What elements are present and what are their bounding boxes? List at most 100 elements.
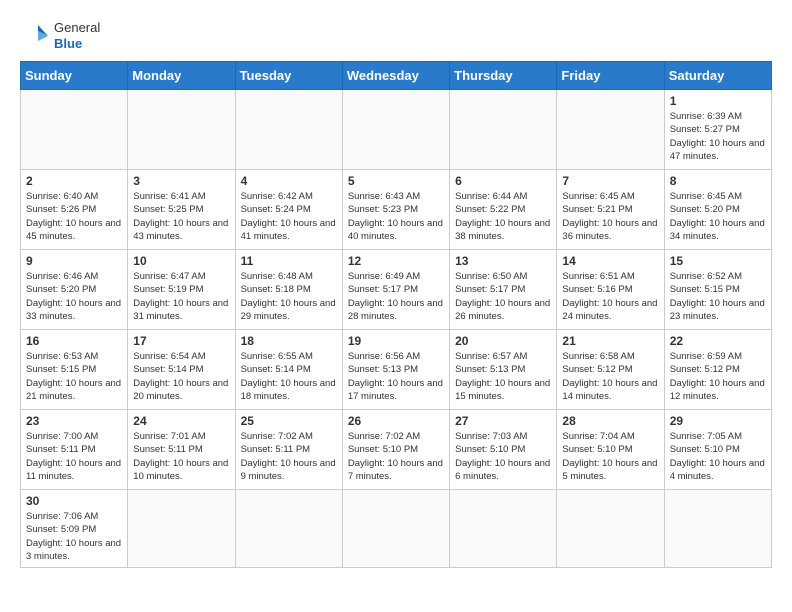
day-info: Sunrise: 7:02 AM Sunset: 5:10 PM Dayligh… — [348, 430, 444, 483]
logo-icon — [20, 21, 50, 51]
day-info: Sunrise: 7:00 AM Sunset: 5:11 PM Dayligh… — [26, 430, 122, 483]
day-info: Sunrise: 6:39 AM Sunset: 5:27 PM Dayligh… — [670, 110, 766, 163]
calendar-cell — [342, 90, 449, 170]
day-info: Sunrise: 7:06 AM Sunset: 5:09 PM Dayligh… — [26, 510, 122, 563]
day-info: Sunrise: 6:45 AM Sunset: 5:21 PM Dayligh… — [562, 190, 658, 243]
calendar-cell: 25 Sunrise: 7:02 AM Sunset: 5:11 PM Dayli… — [235, 410, 342, 490]
day-info: Sunrise: 6:45 AM Sunset: 5:20 PM Dayligh… — [670, 190, 766, 243]
day-number: 1 — [670, 94, 766, 108]
day-number: 18 — [241, 334, 337, 348]
day-number: 13 — [455, 254, 551, 268]
calendar-week-1: 1 Sunrise: 6:39 AM Sunset: 5:27 PM Daylig… — [21, 90, 772, 170]
logo-container: General Blue — [20, 20, 100, 51]
calendar-cell — [450, 490, 557, 568]
calendar-cell: 19 Sunrise: 6:56 AM Sunset: 5:13 PM Dayli… — [342, 330, 449, 410]
calendar-cell — [235, 490, 342, 568]
weekday-header-tuesday: Tuesday — [235, 62, 342, 90]
weekday-header-monday: Monday — [128, 62, 235, 90]
calendar-cell: 3Sunrise: 6:41 AM Sunset: 5:25 PM Daylig… — [128, 170, 235, 250]
day-number: 14 — [562, 254, 658, 268]
calendar-cell: 12 Sunrise: 6:49 AM Sunset: 5:17 PM Dayli… — [342, 250, 449, 330]
day-info: Sunrise: 6:52 AM Sunset: 5:15 PM Dayligh… — [670, 270, 766, 323]
calendar-cell: 11 Sunrise: 6:48 AM Sunset: 5:18 PM Dayli… — [235, 250, 342, 330]
calendar-cell: 13 Sunrise: 6:50 AM Sunset: 5:17 PM Dayli… — [450, 250, 557, 330]
calendar-week-6: 30 Sunrise: 7:06 AM Sunset: 5:09 PM Dayli… — [21, 490, 772, 568]
day-number: 24 — [133, 414, 229, 428]
day-number: 15 — [670, 254, 766, 268]
calendar-cell: 16 Sunrise: 6:53 AM Sunset: 5:15 PM Dayli… — [21, 330, 128, 410]
day-number: 2 — [26, 174, 122, 188]
day-info: Sunrise: 7:04 AM Sunset: 5:10 PM Dayligh… — [562, 430, 658, 483]
day-number: 19 — [348, 334, 444, 348]
weekday-header-row: SundayMondayTuesdayWednesdayThursdayFrid… — [21, 62, 772, 90]
day-info: Sunrise: 6:54 AM Sunset: 5:14 PM Dayligh… — [133, 350, 229, 403]
calendar-cell — [128, 490, 235, 568]
calendar-cell: 15 Sunrise: 6:52 AM Sunset: 5:15 PM Dayli… — [664, 250, 771, 330]
day-number: 21 — [562, 334, 658, 348]
day-info: Sunrise: 6:50 AM Sunset: 5:17 PM Dayligh… — [455, 270, 551, 323]
calendar-week-5: 23 Sunrise: 7:00 AM Sunset: 5:11 PM Dayli… — [21, 410, 772, 490]
day-info: Sunrise: 6:48 AM Sunset: 5:18 PM Dayligh… — [241, 270, 337, 323]
weekday-header-wednesday: Wednesday — [342, 62, 449, 90]
calendar-cell — [21, 90, 128, 170]
day-info: Sunrise: 6:41 AM Sunset: 5:25 PM Dayligh… — [133, 190, 229, 243]
day-info: Sunrise: 6:46 AM Sunset: 5:20 PM Dayligh… — [26, 270, 122, 323]
day-info: Sunrise: 6:40 AM Sunset: 5:26 PM Dayligh… — [26, 190, 122, 243]
calendar-cell: 17 Sunrise: 6:54 AM Sunset: 5:14 PM Dayli… — [128, 330, 235, 410]
day-number: 22 — [670, 334, 766, 348]
calendar-cell: 30 Sunrise: 7:06 AM Sunset: 5:09 PM Dayli… — [21, 490, 128, 568]
calendar-cell: 7Sunrise: 6:45 AM Sunset: 5:21 PM Daylig… — [557, 170, 664, 250]
calendar-cell — [557, 90, 664, 170]
day-info: Sunrise: 6:56 AM Sunset: 5:13 PM Dayligh… — [348, 350, 444, 403]
logo: General Blue — [20, 20, 100, 51]
calendar-cell — [128, 90, 235, 170]
day-number: 30 — [26, 494, 122, 508]
calendar-cell: 6Sunrise: 6:44 AM Sunset: 5:22 PM Daylig… — [450, 170, 557, 250]
weekday-header-saturday: Saturday — [664, 62, 771, 90]
day-number: 26 — [348, 414, 444, 428]
calendar-cell: 10 Sunrise: 6:47 AM Sunset: 5:19 PM Dayli… — [128, 250, 235, 330]
page-header: General Blue — [20, 20, 772, 51]
day-info: Sunrise: 6:49 AM Sunset: 5:17 PM Dayligh… — [348, 270, 444, 323]
day-number: 20 — [455, 334, 551, 348]
day-number: 17 — [133, 334, 229, 348]
day-number: 12 — [348, 254, 444, 268]
calendar-cell: 18 Sunrise: 6:55 AM Sunset: 5:14 PM Dayli… — [235, 330, 342, 410]
weekday-header-thursday: Thursday — [450, 62, 557, 90]
calendar-cell: 5 Sunrise: 6:43 AM Sunset: 5:23 PM Daylig… — [342, 170, 449, 250]
calendar-cell: 1 Sunrise: 6:39 AM Sunset: 5:27 PM Daylig… — [664, 90, 771, 170]
calendar-cell: 20 Sunrise: 6:57 AM Sunset: 5:13 PM Dayli… — [450, 330, 557, 410]
day-info: Sunrise: 6:43 AM Sunset: 5:23 PM Dayligh… — [348, 190, 444, 243]
day-info: Sunrise: 6:42 AM Sunset: 5:24 PM Dayligh… — [241, 190, 337, 243]
calendar-cell — [664, 490, 771, 568]
calendar-cell: 24Sunrise: 7:01 AM Sunset: 5:11 PM Dayli… — [128, 410, 235, 490]
calendar-week-4: 16 Sunrise: 6:53 AM Sunset: 5:15 PM Dayli… — [21, 330, 772, 410]
day-number: 4 — [241, 174, 337, 188]
day-info: Sunrise: 7:05 AM Sunset: 5:10 PM Dayligh… — [670, 430, 766, 483]
calendar-cell: 22 Sunrise: 6:59 AM Sunset: 5:12 PM Dayli… — [664, 330, 771, 410]
day-number: 5 — [348, 174, 444, 188]
day-info: Sunrise: 6:51 AM Sunset: 5:16 PM Dayligh… — [562, 270, 658, 323]
day-info: Sunrise: 6:58 AM Sunset: 5:12 PM Dayligh… — [562, 350, 658, 403]
calendar-cell — [557, 490, 664, 568]
calendar-cell: 14 Sunrise: 6:51 AM Sunset: 5:16 PM Dayli… — [557, 250, 664, 330]
day-info: Sunrise: 7:02 AM Sunset: 5:11 PM Dayligh… — [241, 430, 337, 483]
day-number: 11 — [241, 254, 337, 268]
day-info: Sunrise: 6:47 AM Sunset: 5:19 PM Dayligh… — [133, 270, 229, 323]
day-number: 6 — [455, 174, 551, 188]
calendar-cell: 28Sunrise: 7:04 AM Sunset: 5:10 PM Dayli… — [557, 410, 664, 490]
day-info: Sunrise: 6:59 AM Sunset: 5:12 PM Dayligh… — [670, 350, 766, 403]
day-info: Sunrise: 6:57 AM Sunset: 5:13 PM Dayligh… — [455, 350, 551, 403]
day-number: 10 — [133, 254, 229, 268]
calendar-cell: 21 Sunrise: 6:58 AM Sunset: 5:12 PM Dayli… — [557, 330, 664, 410]
day-number: 16 — [26, 334, 122, 348]
day-number: 23 — [26, 414, 122, 428]
day-info: Sunrise: 6:53 AM Sunset: 5:15 PM Dayligh… — [26, 350, 122, 403]
calendar-cell: 26 Sunrise: 7:02 AM Sunset: 5:10 PM Dayli… — [342, 410, 449, 490]
calendar-cell — [235, 90, 342, 170]
day-number: 25 — [241, 414, 337, 428]
day-info: Sunrise: 6:55 AM Sunset: 5:14 PM Dayligh… — [241, 350, 337, 403]
calendar-cell: 29Sunrise: 7:05 AM Sunset: 5:10 PM Dayli… — [664, 410, 771, 490]
day-info: Sunrise: 7:03 AM Sunset: 5:10 PM Dayligh… — [455, 430, 551, 483]
day-number: 8 — [670, 174, 766, 188]
